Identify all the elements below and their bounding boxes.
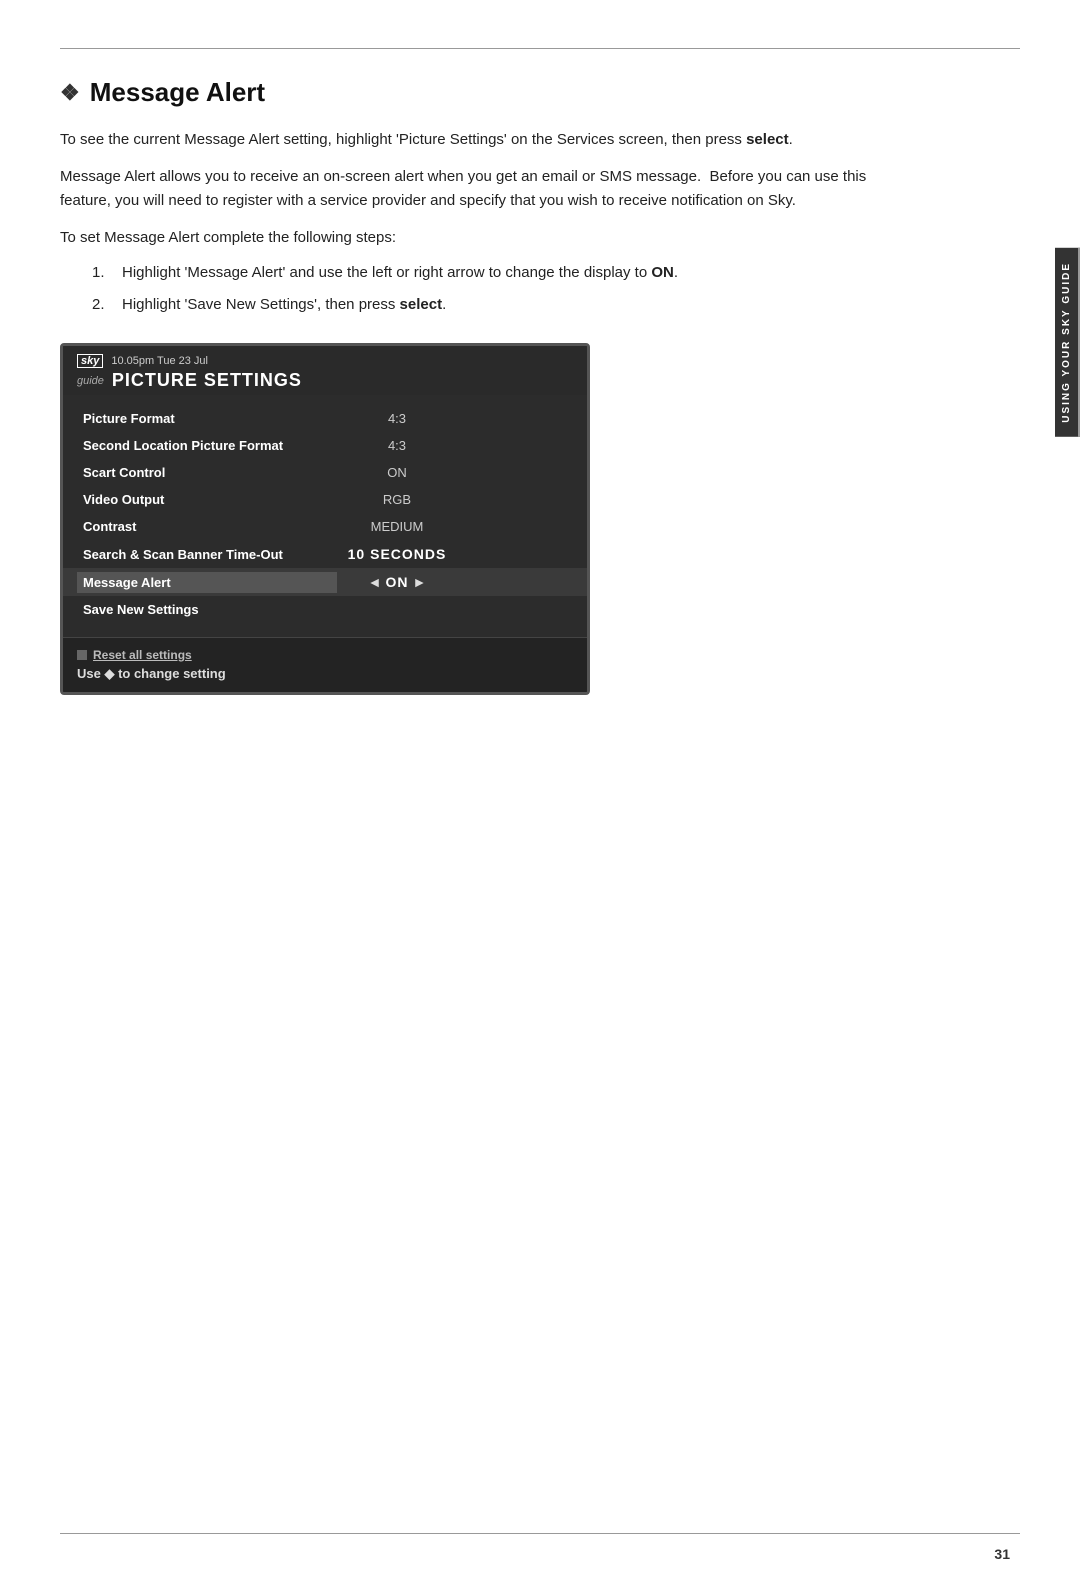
table-row: Search & Scan Banner Time-Out 10 SECONDS	[63, 540, 587, 568]
table-row: Contrast MEDIUM	[63, 513, 587, 540]
tv-header-top: sky 10.05pm Tue 23 Jul	[77, 354, 573, 368]
reset-text: Reset all settings	[93, 648, 192, 662]
page-number: 31	[994, 1546, 1010, 1562]
tv-screen: sky 10.05pm Tue 23 Jul guide PICTURE SET…	[60, 343, 590, 695]
row-label-picture-format: Picture Format	[77, 408, 337, 429]
step-1-text: Highlight 'Message Alert' and use the le…	[122, 261, 678, 285]
reset-line: Reset all settings	[77, 648, 573, 662]
row-label-search-scan: Search & Scan Banner Time-Out	[77, 544, 337, 565]
row-label-message-alert: Message Alert	[77, 572, 337, 593]
row-label-scart: Scart Control	[77, 462, 337, 483]
row-value-search-scan: 10 SECONDS	[337, 543, 457, 565]
paragraph-1: To see the current Message Alert setting…	[60, 128, 880, 151]
diamond-icon: ❖	[60, 80, 80, 106]
use-arrows-text: Use ◆ to change setting	[77, 666, 573, 682]
main-content: ❖ Message Alert To see the current Messa…	[60, 49, 1020, 695]
table-row: Scart Control ON	[63, 459, 587, 486]
row-value-contrast: MEDIUM	[337, 516, 457, 537]
tv-title-row: guide PICTURE SETTINGS	[77, 370, 573, 391]
row-label-video-output: Video Output	[77, 489, 337, 510]
page-title: Message Alert	[90, 77, 265, 108]
side-tab: USING YOUR SKY GUIDE	[1055, 248, 1080, 437]
row-value-scart: ON	[337, 462, 457, 483]
row-value-message-alert: ◄ ON ►	[337, 571, 457, 593]
table-row: Save New Settings	[63, 596, 587, 623]
tv-footer: Reset all settings Use ◆ to change setti…	[63, 637, 587, 692]
step-2: 2. Highlight 'Save New Settings', then p…	[92, 293, 872, 317]
row-label-save: Save New Settings	[77, 599, 337, 620]
step-1: 1. Highlight 'Message Alert' and use the…	[92, 261, 872, 285]
row-value-video-output: RGB	[337, 489, 457, 510]
right-arrow-icon: ►	[413, 574, 427, 590]
table-row: Picture Format 4:3	[63, 405, 587, 432]
tv-header: sky 10.05pm Tue 23 Jul guide PICTURE SET…	[63, 346, 587, 395]
steps-list: 1. Highlight 'Message Alert' and use the…	[92, 261, 1020, 317]
reset-square-icon	[77, 650, 87, 660]
guide-label: guide	[77, 375, 104, 387]
table-row: Message Alert ◄ ON ►	[63, 568, 587, 596]
step-2-text: Highlight 'Save New Settings', then pres…	[122, 293, 446, 317]
tv-time: 10.05pm Tue 23 Jul	[111, 355, 208, 367]
arrow-cell: ◄ ON ►	[345, 574, 449, 590]
section-title: ❖ Message Alert	[60, 77, 1020, 108]
row-label-contrast: Contrast	[77, 516, 337, 537]
row-value-picture-format: 4:3	[337, 408, 457, 429]
step-2-num: 2.	[92, 293, 114, 317]
table-row: Second Location Picture Format 4:3	[63, 432, 587, 459]
left-arrow-icon: ◄	[368, 574, 382, 590]
row-value-save	[337, 607, 457, 613]
row-label-second-location: Second Location Picture Format	[77, 435, 337, 456]
message-alert-value: ON	[386, 574, 409, 590]
sky-logo: sky	[77, 354, 103, 368]
steps-intro: To set Message Alert complete the follow…	[60, 226, 1020, 249]
tv-body: Picture Format 4:3 Second Location Pictu…	[63, 395, 587, 637]
step-1-num: 1.	[92, 261, 114, 285]
paragraph-2: Message Alert allows you to receive an o…	[60, 165, 880, 212]
row-value-second-location: 4:3	[337, 435, 457, 456]
tv-screen-title: PICTURE SETTINGS	[112, 370, 302, 391]
table-row: Video Output RGB	[63, 486, 587, 513]
